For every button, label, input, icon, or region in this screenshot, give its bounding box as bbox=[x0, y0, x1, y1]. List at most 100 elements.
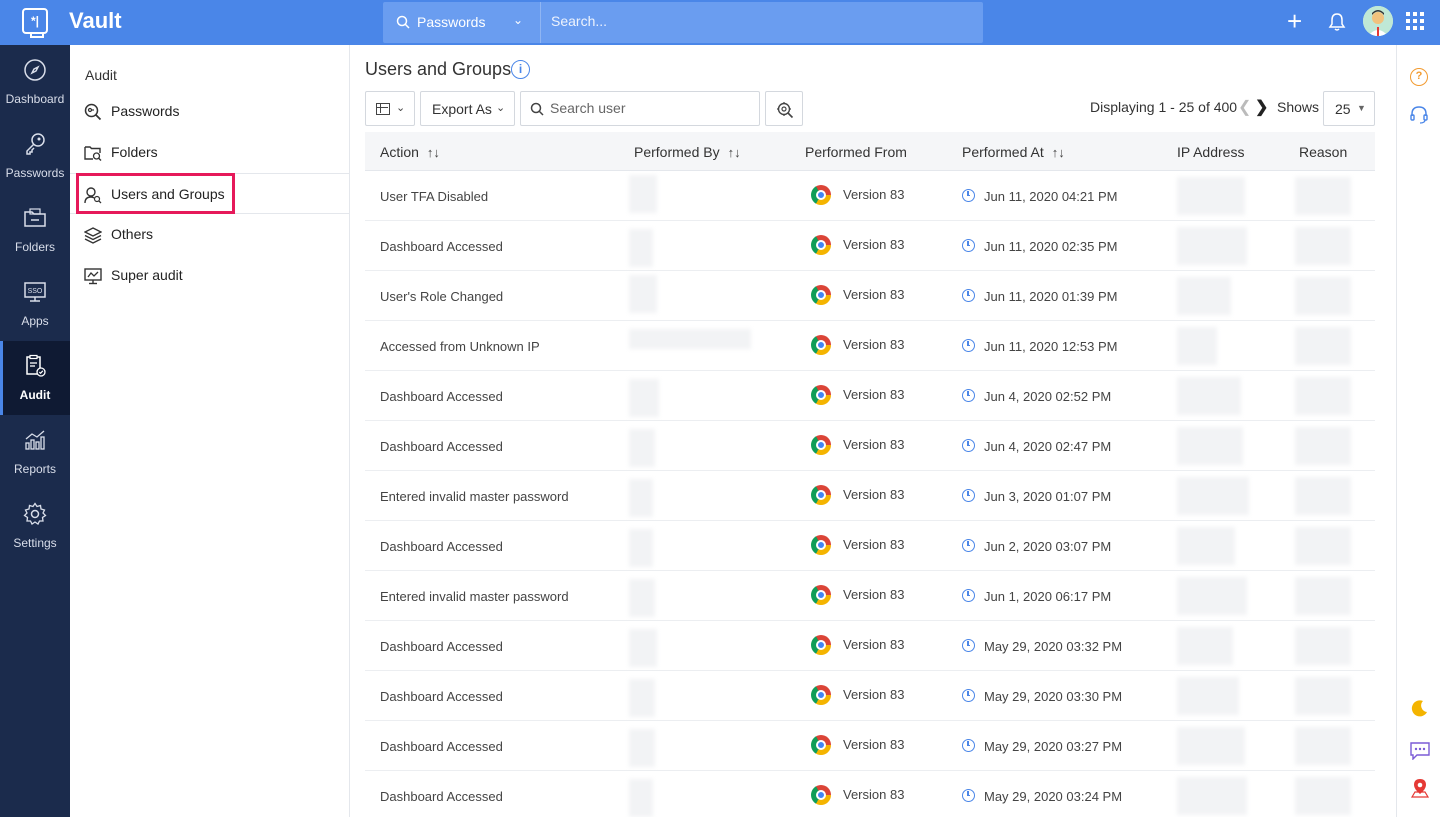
next-page-icon[interactable]: ❯ bbox=[1255, 97, 1268, 117]
folder-icon bbox=[24, 208, 46, 227]
performed-at-cell: Jun 4, 2020 02:47 PM bbox=[984, 439, 1112, 454]
nav-item-dashboard[interactable]: Dashboard bbox=[0, 45, 70, 119]
nav-item-folders[interactable]: Folders bbox=[0, 193, 70, 267]
columns-icon bbox=[376, 103, 390, 115]
table-row[interactable]: User TFA Disabled Version 83 Jun 11, 2020 … bbox=[365, 171, 1375, 221]
export-as-label: Export As bbox=[432, 101, 492, 117]
redacted-performed-by bbox=[629, 679, 655, 717]
nav-item-audit[interactable]: Audit bbox=[0, 341, 70, 415]
subnav-item-passwords[interactable]: Passwords bbox=[70, 91, 349, 132]
table-row[interactable]: Dashboard Accessed Version 83 May 29, 2020… bbox=[365, 721, 1375, 771]
table-row[interactable]: Entered invalid master password Version 8… bbox=[365, 571, 1375, 621]
page-size-select[interactable]: 25 ▼ bbox=[1323, 91, 1375, 126]
sort-icon[interactable]: ↑↓ bbox=[1052, 145, 1065, 160]
folder-search-icon bbox=[84, 146, 102, 161]
chat-icon[interactable] bbox=[1410, 742, 1430, 760]
column-header-action[interactable]: Action ↑↓ bbox=[380, 144, 440, 160]
column-header-performed-at[interactable]: Performed At ↑↓ bbox=[962, 144, 1065, 160]
table-row[interactable]: Entered invalid master password Version 8… bbox=[365, 471, 1375, 521]
subnav-item-folders[interactable]: Folders bbox=[70, 132, 349, 173]
clock-icon bbox=[962, 489, 975, 502]
subnav-item-label: Folders bbox=[111, 144, 158, 160]
avatar[interactable] bbox=[1363, 6, 1393, 36]
info-icon[interactable]: i bbox=[511, 60, 530, 79]
column-header-performed-by[interactable]: Performed By ↑↓ bbox=[634, 144, 741, 160]
redacted-performed-by bbox=[629, 429, 655, 467]
redacted-ip-address bbox=[1177, 527, 1235, 565]
sort-icon[interactable]: ↑↓ bbox=[427, 145, 440, 160]
clock-icon bbox=[962, 339, 975, 352]
previous-page-icon[interactable]: ❮ bbox=[1238, 97, 1251, 117]
advanced-search-button[interactable] bbox=[765, 91, 803, 126]
table-row[interactable]: Dashboard Accessed Version 83 Jun 11, 2020… bbox=[365, 221, 1375, 271]
performed-from-cell: Version 83 bbox=[843, 637, 905, 652]
search-user-input[interactable] bbox=[550, 100, 750, 116]
nav-item-reports[interactable]: Reports bbox=[0, 415, 70, 489]
global-search-input[interactable] bbox=[551, 13, 971, 29]
redacted-performed-by bbox=[629, 275, 657, 313]
redacted-performed-by bbox=[629, 479, 653, 517]
help-icon[interactable]: ? bbox=[1410, 68, 1428, 86]
redacted-performed-by bbox=[629, 629, 657, 667]
nav-item-passwords[interactable]: Passwords bbox=[0, 119, 70, 193]
advanced-search-icon bbox=[777, 102, 794, 119]
table-row[interactable]: Dashboard Accessed Version 83 Jun 2, 2020 … bbox=[365, 521, 1375, 571]
add-icon[interactable]: + bbox=[1287, 8, 1302, 34]
redacted-ip-address bbox=[1177, 627, 1233, 665]
redacted-ip-address bbox=[1177, 327, 1217, 365]
redacted-reason bbox=[1295, 427, 1351, 465]
nav-label: Dashboard bbox=[5, 92, 65, 106]
table-row[interactable]: Dashboard Accessed Version 83 May 29, 2020… bbox=[365, 671, 1375, 721]
subnav-item-super-audit[interactable]: Super audit bbox=[70, 255, 349, 296]
table-row[interactable]: Dashboard Accessed Version 83 May 29, 2020… bbox=[365, 771, 1375, 817]
export-as-button[interactable]: Export As ⌄ bbox=[420, 91, 515, 126]
redacted-ip-address bbox=[1177, 377, 1241, 415]
table-row[interactable]: Dashboard Accessed Version 83 Jun 4, 2020 … bbox=[365, 371, 1375, 421]
performed-at-cell: May 29, 2020 03:27 PM bbox=[984, 739, 1123, 754]
table-row[interactable]: Dashboard Accessed Version 83 Jun 4, 2020 … bbox=[365, 421, 1375, 471]
subnav-item-others[interactable]: Others bbox=[70, 214, 349, 255]
redacted-ip-address bbox=[1177, 277, 1231, 315]
performed-from-cell: Version 83 bbox=[843, 237, 905, 252]
bell-icon[interactable] bbox=[1328, 12, 1346, 32]
performed-from-cell: Version 83 bbox=[843, 737, 905, 752]
performed-at-cell: May 29, 2020 03:30 PM bbox=[984, 689, 1123, 704]
column-label: Reason bbox=[1299, 144, 1348, 160]
performed-at-cell: Jun 4, 2020 02:52 PM bbox=[984, 389, 1112, 404]
redacted-ip-address bbox=[1177, 227, 1247, 265]
subnav-title: Audit bbox=[85, 67, 117, 83]
table-row[interactable]: Dashboard Accessed Version 83 May 29, 2020… bbox=[365, 621, 1375, 671]
redacted-performed-by bbox=[629, 529, 653, 567]
column-chooser-button[interactable]: ⌄ bbox=[365, 91, 415, 126]
redacted-ip-address bbox=[1177, 177, 1245, 215]
action-cell: Dashboard Accessed bbox=[380, 439, 503, 454]
main-content: Users and Groups i ⌄ Export As ⌄ Display… bbox=[350, 45, 1396, 817]
redacted-ip-address bbox=[1177, 427, 1243, 465]
search-scope-dropdown[interactable]: Passwords ⌄ bbox=[383, 2, 541, 43]
nav-label: Reports bbox=[13, 462, 57, 476]
nav-item-apps[interactable]: SSO Apps bbox=[0, 267, 70, 341]
nav-item-settings[interactable]: Settings bbox=[0, 489, 70, 563]
moon-icon[interactable] bbox=[1409, 698, 1429, 718]
column-label: Performed At bbox=[962, 144, 1044, 160]
audit-table: Action ↑↓ Performed By ↑↓ Performed From P… bbox=[365, 132, 1375, 817]
apps-grid-icon[interactable] bbox=[1406, 12, 1424, 30]
vault-logo-icon[interactable]: *| bbox=[22, 8, 48, 38]
action-cell: User's Role Changed bbox=[380, 289, 504, 304]
performed-from-cell: Version 83 bbox=[843, 537, 905, 552]
chrome-icon bbox=[811, 685, 831, 705]
chevron-down-icon: ⌄ bbox=[513, 13, 524, 27]
performed-at-cell: May 29, 2020 03:32 PM bbox=[984, 639, 1123, 654]
headset-icon[interactable] bbox=[1409, 105, 1429, 125]
redacted-ip-address bbox=[1177, 727, 1245, 765]
chart-icon bbox=[25, 430, 45, 450]
table-row[interactable]: Accessed from Unknown IP Version 83 Jun 11… bbox=[365, 321, 1375, 371]
sort-icon[interactable]: ↑↓ bbox=[728, 145, 741, 160]
nav-label: Apps bbox=[21, 314, 49, 328]
top-bar: *| Vault Passwords ⌄ + bbox=[0, 0, 1440, 45]
performed-at-cell: Jun 11, 2020 02:35 PM bbox=[984, 239, 1118, 254]
map-pin-icon[interactable] bbox=[1410, 778, 1430, 798]
table-row[interactable]: User's Role Changed Version 83 Jun 11, 202… bbox=[365, 271, 1375, 321]
nav-label: Folders bbox=[14, 240, 55, 254]
chrome-icon bbox=[811, 735, 831, 755]
